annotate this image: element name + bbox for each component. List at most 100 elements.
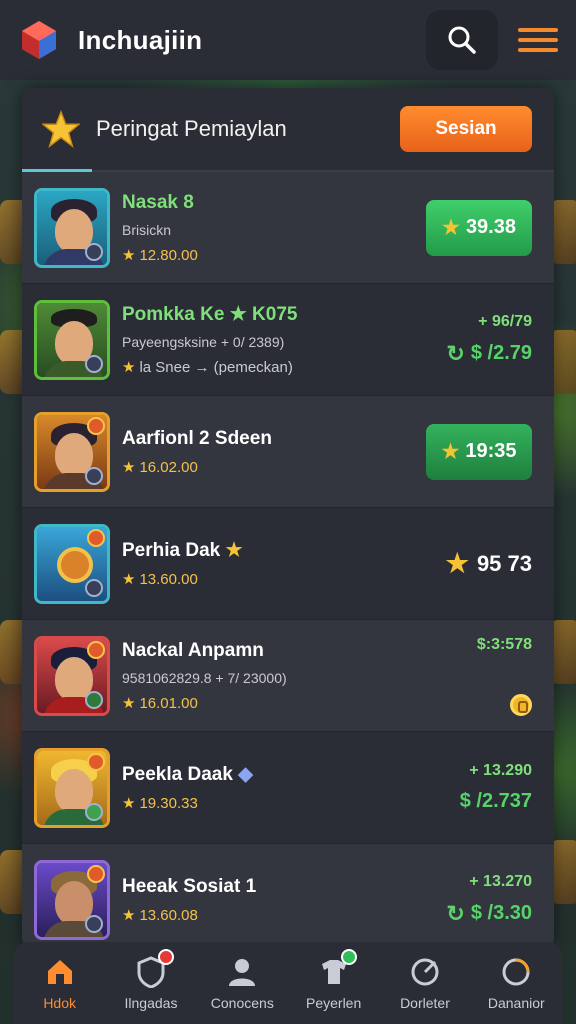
avatar: [34, 411, 110, 492]
panel-header: Peringat Pemiaylan Sesian: [22, 88, 554, 172]
avatar: [34, 859, 110, 940]
player-info: Peekla Daak ◆ ★ 19.30.33: [122, 763, 382, 812]
player-info: Heeak Sosiat 1 ★ 13.60.08: [122, 876, 382, 924]
search-button[interactable]: [426, 10, 498, 70]
player-stats: $:3:578: [382, 636, 532, 716]
player-stats: ★ 19:35: [382, 423, 532, 480]
star-icon: ★: [441, 441, 460, 463]
player-meta-value: 16.02.00: [139, 458, 198, 476]
player-name: Peekla Daak ◆: [122, 763, 382, 786]
app-logo-icon: [22, 21, 56, 59]
refresh-icon: ↻: [446, 900, 465, 926]
avatar: [34, 299, 110, 380]
player-stats: + 13.270 ↻ $ /3.30: [382, 873, 532, 927]
player-stats: + 13.290 $ /2.737: [382, 762, 532, 813]
list-item[interactable]: Nasak 8 Brisickn ★ 12.80.00 ★ 39.38: [22, 172, 554, 284]
money-value: ↻ $ /3.30: [446, 901, 532, 927]
player-info: Perhia Dak ★ ★ 13.60.00: [122, 539, 382, 588]
player-meta: ★ 13.60.08: [122, 906, 198, 924]
player-meta-value: 12.80.00: [139, 246, 198, 264]
delta-value: + 13.290: [469, 762, 532, 779]
score-pill[interactable]: ★ 19:35: [426, 423, 532, 480]
player-name: Perhia Dak ★: [122, 539, 382, 562]
list-item[interactable]: Perhia Dak ★ ★ 13.60.00 ★ 95 73: [22, 508, 554, 620]
player-name-text: Perhia Dak: [122, 540, 221, 561]
player-meta: ★ 16.02.00: [122, 458, 198, 476]
list-item[interactable]: Aarfionl 2 Sdeen ★ 16.02.00 ★ 19:35: [22, 396, 554, 508]
money-text: $ /2.737: [459, 790, 532, 812]
player-info: Pomkka Ke ★ K075 Payeengsksine + 0/ 2389…: [122, 303, 382, 376]
loading-icon: [499, 955, 533, 989]
nav-item-user[interactable]: Conocens: [197, 955, 287, 1011]
player-name-text: Peekla Daak: [122, 764, 233, 785]
player-stats: ★ 95 73: [382, 548, 532, 579]
money-value: $ /2.737: [460, 790, 532, 813]
coin-icon: [510, 693, 532, 716]
player-meta: ★ 19.30.33: [122, 795, 198, 812]
list-item[interactable]: Heeak Sosiat 1 ★ 13.60.08 + 13.270 ↻ $ /3.…: [22, 844, 554, 948]
nav-item-home[interactable]: Hdok: [15, 955, 105, 1011]
player-info: Nasak 8 Brisickn ★ 12.80.00: [122, 192, 382, 264]
top-bar: Inchuajiin: [0, 0, 576, 80]
search-action-button[interactable]: Sesian: [400, 106, 532, 152]
money-value: ↻ $ /2.79: [446, 341, 532, 367]
star-icon: ★: [445, 548, 469, 578]
player-subtitle: Brisickn: [122, 221, 172, 238]
player-meta: ★ la Snee → (pemeckan): [122, 359, 293, 376]
tshirt-icon: [317, 949, 357, 989]
notification-badge: [157, 949, 174, 965]
delta-value: + 13.270: [469, 872, 532, 890]
avatar: [34, 635, 110, 716]
list-item[interactable]: Nackal Anpamn 9581062829.8 + 7/ 23000) ★…: [22, 620, 554, 732]
player-stats: ★ 39.38: [382, 199, 532, 256]
nav-label: Peyerlen: [306, 995, 362, 1011]
shield-icon: [134, 949, 174, 989]
avatar: [34, 523, 110, 604]
star-icon: [42, 110, 80, 148]
nav-label: Conocens: [210, 995, 274, 1011]
refresh-icon: ↻: [446, 340, 465, 366]
home-icon: [43, 955, 77, 989]
player-subtitle: Payeengsksine + 0/ 2389): [122, 334, 285, 350]
list-item[interactable]: Peekla Daak ◆ ★ 19.30.33 + 13.290 $ /2.73…: [22, 732, 554, 844]
user-icon: [225, 955, 259, 989]
player-name: Aarfionl 2 Sdeen: [122, 427, 272, 449]
player-meta-value: 13.60.08: [139, 906, 198, 924]
star-icon: ★: [225, 540, 243, 561]
player-info: Nackal Anpamn 9581062829.8 + 7/ 23000) ★…: [122, 640, 382, 712]
avatar: [34, 747, 110, 828]
player-meta: ★ 12.80.00: [122, 246, 198, 264]
hamburger-menu-icon[interactable]: [518, 20, 558, 60]
nav-item-loading[interactable]: Dananior: [471, 955, 561, 1011]
star-icon: ★: [442, 217, 460, 239]
nav-item-tshirt[interactable]: Peyerlen: [289, 949, 379, 1011]
player-name: Pomkka Ke ★ K075: [122, 304, 298, 325]
nav-item-shield[interactable]: Ilngadas: [106, 949, 196, 1011]
player-info: Aarfionl 2 Sdeen ★ 16.02.00: [122, 428, 382, 476]
nav-label: Ilngadas: [124, 995, 178, 1011]
player-meta-value: 19.30.33: [139, 795, 198, 812]
leaderboard-panel: Peringat Pemiaylan Sesian Nasak 8 Brisic…: [22, 88, 554, 948]
nav-label: Hdok: [43, 995, 76, 1011]
list-item[interactable]: Pomkka Ke ★ K075 Payeengsksine + 0/ 2389…: [22, 284, 554, 396]
score-pill[interactable]: ★ 39.38: [426, 199, 532, 256]
bottom-navigation: Hdok Ilngadas Conocens Peyerlen Dorleter…: [14, 942, 562, 1024]
player-name: Heeak Sosiat 1: [122, 875, 257, 897]
nav-label: Dorleter: [400, 995, 450, 1011]
score-value: 39.38: [465, 216, 516, 238]
delta-value: + 96/79: [478, 312, 532, 330]
player-name: Nackal Anpamn: [122, 639, 264, 661]
player-subtitle: 9581062829.8 + 7/ 23000): [122, 669, 287, 686]
nav-item-target[interactable]: Dorleter: [380, 955, 470, 1011]
score-value: 95 73: [476, 550, 532, 576]
gem-icon: ◆: [238, 764, 253, 785]
player-meta-value: la Snee → (pemeckan): [139, 359, 293, 376]
money-text: $ /3.30: [470, 902, 532, 924]
player-meta: ★ 13.60.00: [122, 571, 198, 588]
search-icon: [448, 26, 476, 54]
app-title: Inchuajiin: [78, 24, 203, 55]
player-stats: + 96/79 ↻ $ /2.79: [382, 313, 532, 367]
panel-title: Peringat Pemiaylan: [96, 116, 287, 141]
notification-badge: [340, 949, 357, 965]
nav-label: Dananior: [487, 995, 545, 1011]
